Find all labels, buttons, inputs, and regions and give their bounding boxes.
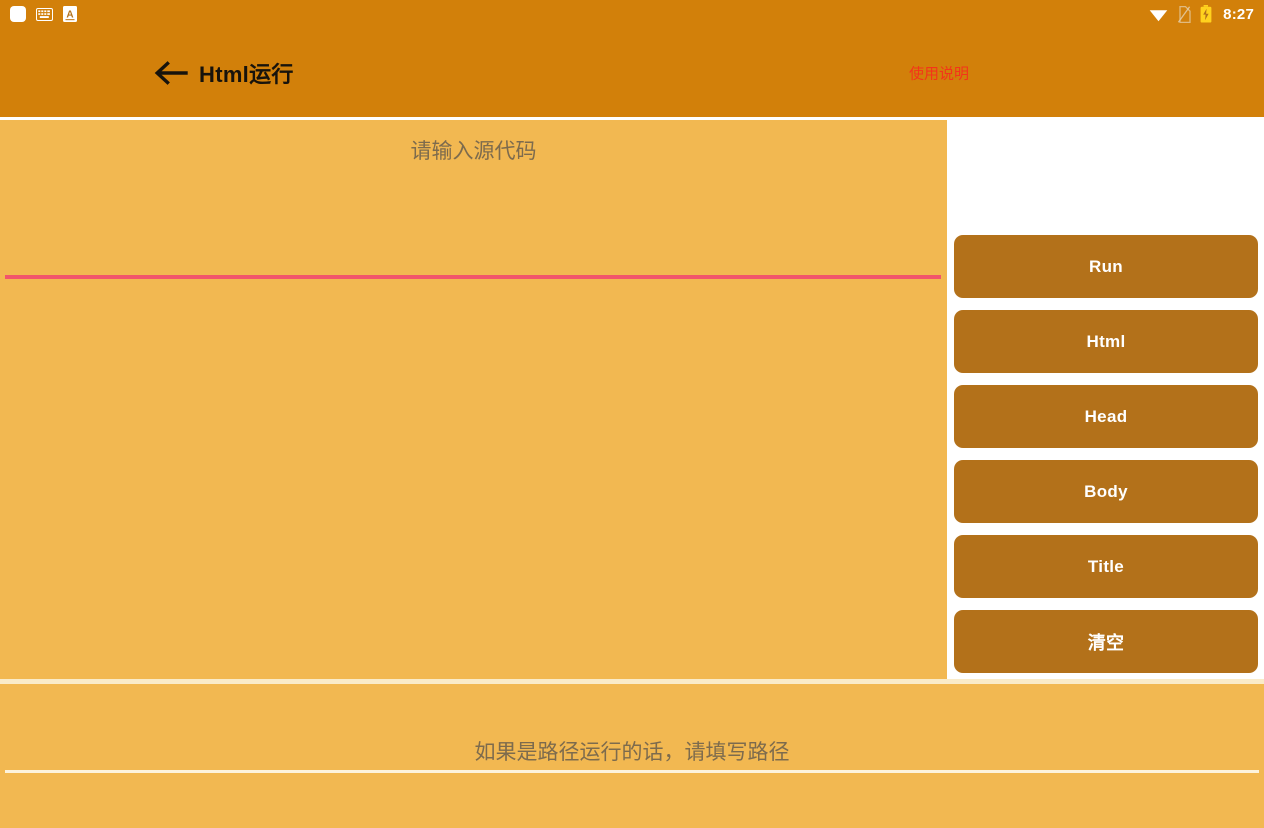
app-bar: Html运行 使用说明 — [0, 28, 1264, 117]
head-button[interactable]: Head — [954, 385, 1258, 448]
run-button[interactable]: Run — [954, 235, 1258, 298]
status-bar-right-icons: 8:27 — [1149, 5, 1254, 23]
clear-button[interactable]: 清空 — [954, 610, 1258, 673]
sim-card-off-icon — [1177, 5, 1191, 23]
status-bar-clock: 8:27 — [1223, 5, 1254, 23]
body-button[interactable]: Body — [954, 460, 1258, 523]
back-arrow-icon[interactable] — [154, 58, 188, 88]
action-button-column: Run Html Head Body Title 清空 — [954, 235, 1258, 673]
path-input[interactable] — [0, 684, 1264, 784]
keyboard-icon — [36, 7, 53, 21]
status-bar-left-icons: A — [10, 6, 77, 22]
battery-charging-icon — [1200, 5, 1212, 23]
source-code-underline — [5, 275, 941, 279]
path-underline — [5, 770, 1259, 773]
source-code-input[interactable] — [0, 120, 947, 679]
letter-a-icon: A — [63, 6, 77, 22]
source-code-panel: 请输入源代码 — [0, 120, 947, 679]
wifi-icon — [1149, 7, 1168, 22]
usage-instructions-link[interactable]: 使用说明 — [909, 62, 969, 83]
app-root: A 8:27 Html运行 使用说明 请输入源代码 Run Html Head … — [0, 0, 1264, 828]
page-title: Html运行 — [199, 61, 294, 87]
svg-text:A: A — [66, 10, 73, 21]
path-panel: 如果是路径运行的话，请填写路径 — [0, 684, 1264, 828]
html-button[interactable]: Html — [954, 310, 1258, 373]
content-area: 请输入源代码 Run Html Head Body Title 清空 如果是路径… — [0, 117, 1264, 828]
title-button[interactable]: Title — [954, 535, 1258, 598]
blank-app-icon — [10, 6, 26, 22]
status-bar: A 8:27 — [0, 0, 1264, 28]
